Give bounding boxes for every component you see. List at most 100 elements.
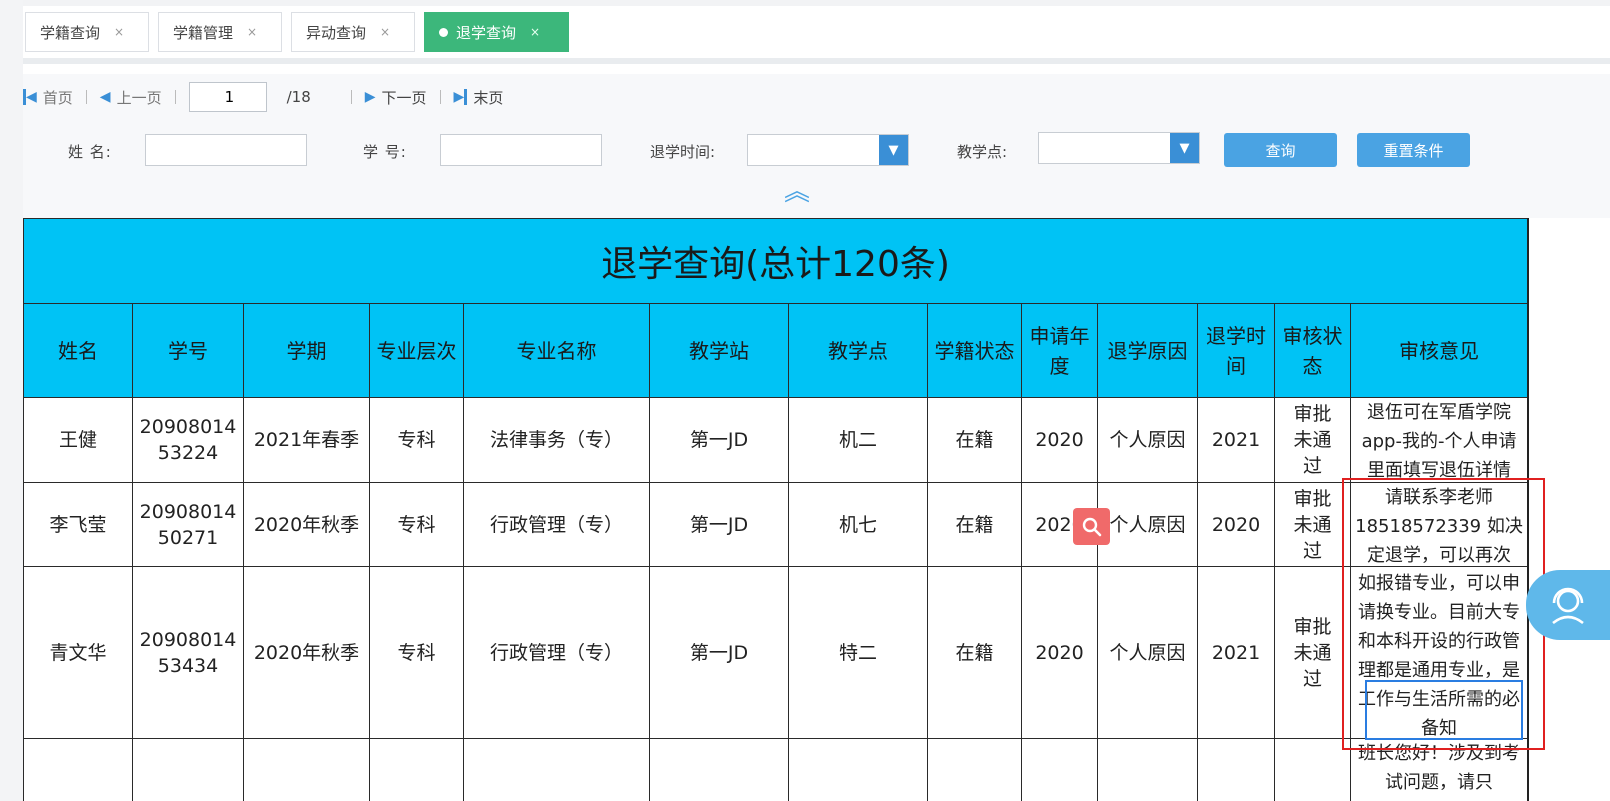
table-row[interactable]: 班长您好！涉及到考试问题，请只 [23, 738, 1527, 801]
next-page-button[interactable]: ▶ 下一页 [365, 87, 427, 108]
last-page-icon: ▶ [453, 89, 465, 105]
cell-status: 在籍 [927, 482, 1022, 567]
cell-apply-year: 2020 [1021, 397, 1098, 483]
table-header-row: 姓名 学号 学期 专业层次 专业名称 教学站 教学点 学籍状态 申请年度 退学原… [23, 303, 1527, 398]
table-row[interactable]: 青文华 2090801453434 2020年秋季 专科 行政管理（专） 第一J… [23, 566, 1527, 739]
pagination: ◀ 首页 ◀ 上一页 /18 ▶ 下一页 ▶ 末页 [23, 80, 503, 114]
cell-withdraw-time: 2021 [1197, 566, 1275, 739]
table-row[interactable]: 李飞莹 2090801450271 2020年秋季 专科 行政管理（专） 第一J… [23, 482, 1527, 567]
next-page-label: 下一页 [381, 88, 427, 107]
header-level: 专业层次 [369, 303, 464, 398]
cell-review-status: 审批未通过 [1274, 397, 1351, 483]
cell-withdraw-time: 2020 [1197, 482, 1275, 567]
teaching-point-select[interactable]: ▼ [1038, 132, 1200, 164]
left-edge-strip [0, 0, 23, 801]
page-total: /18 [286, 88, 311, 106]
cell-term [243, 738, 370, 801]
name-label: 姓 名: [68, 143, 112, 161]
cell-station: 第一JD [649, 397, 789, 483]
first-page-button[interactable]: ◀ 首页 [23, 87, 73, 108]
cell-apply-year: 2020 [1021, 566, 1098, 739]
cell-student-id [132, 738, 244, 801]
name-input[interactable] [145, 134, 307, 166]
cell-term: 2021年春季 [243, 397, 370, 483]
cell-point: 机二 [788, 397, 928, 483]
tab-yidong-query[interactable]: 异动查询 × [291, 12, 415, 52]
prev-page-button[interactable]: ◀ 上一页 [100, 87, 162, 108]
header-review-status: 审核状态 [1274, 303, 1351, 398]
tab-label: 学籍管理 [173, 23, 234, 42]
cell-term: 2020年秋季 [243, 482, 370, 567]
cell-status: 在籍 [927, 397, 1022, 483]
highlight-blue-box [1365, 680, 1523, 740]
headset-icon [1552, 587, 1584, 625]
withdraw-time-select[interactable]: ▼ [747, 134, 909, 166]
first-page-label: 首页 [42, 88, 73, 107]
header-reason: 退学原因 [1097, 303, 1198, 398]
cell-student-id: 2090801453434 [132, 566, 244, 739]
last-page-button[interactable]: ▶ 末页 [454, 87, 504, 108]
close-icon[interactable]: × [380, 25, 390, 39]
customer-service-icon[interactable] [1526, 570, 1610, 640]
header-student-id: 学号 [132, 303, 244, 398]
cell-withdraw-time: 2021 [1197, 397, 1275, 483]
header-withdraw-time: 退学时间 [1197, 303, 1275, 398]
prev-page-icon: ◀ [99, 89, 111, 105]
collapse-chevrons-icon[interactable]: ︽ [774, 178, 820, 208]
header-major: 专业名称 [463, 303, 650, 398]
cell-name: 王健 [23, 397, 133, 483]
cell-name: 李飞莹 [23, 482, 133, 567]
close-icon[interactable]: × [247, 25, 257, 39]
student-id-input[interactable] [440, 134, 602, 166]
search-zoom-icon[interactable] [1073, 508, 1110, 545]
cell-station [649, 738, 789, 801]
cell-major: 法律事务（专） [463, 397, 650, 483]
cell-name [23, 738, 133, 801]
last-page-bar-icon [464, 89, 468, 105]
cell-station: 第一JD [649, 482, 789, 567]
cell-level: 专科 [369, 482, 464, 567]
cell-term: 2020年秋季 [243, 566, 370, 739]
last-page-label: 末页 [473, 88, 504, 107]
header-status: 学籍状态 [927, 303, 1022, 398]
cell-station: 第一JD [649, 566, 789, 739]
cell-point: 特二 [788, 566, 928, 739]
cell-status [927, 738, 1022, 801]
tab-label: 学籍查询 [40, 23, 101, 42]
cell-review-status [1274, 738, 1351, 801]
magnifier-icon [1082, 517, 1101, 536]
cell-apply-year [1021, 738, 1098, 801]
cell-major [463, 738, 650, 801]
header-term: 学期 [243, 303, 370, 398]
close-icon[interactable]: × [114, 25, 124, 39]
cell-reason: 个人原因 [1097, 397, 1198, 483]
cell-name: 青文华 [23, 566, 133, 739]
cell-status: 在籍 [927, 566, 1022, 739]
cell-withdraw-time [1197, 738, 1275, 801]
table-title: 退学查询(总计120条) [23, 218, 1527, 304]
tab-xueji-query[interactable]: 学籍查询 × [25, 12, 149, 52]
table-row[interactable]: 王健 2090801453224 2021年春季 专科 法律事务（专） 第一JD… [23, 397, 1527, 483]
top-edge [23, 0, 1610, 6]
withdraw-time-label: 退学时间: [650, 143, 716, 161]
header-station: 教学站 [649, 303, 789, 398]
page-number-input[interactable] [188, 82, 267, 112]
tab-tuixue-query[interactable]: 退学查询 × [424, 12, 569, 52]
cell-reason [1097, 738, 1198, 801]
cell-review-opinion: 退伍可在军盾学院app-我的-个人申请里面填写退伍详情 [1349, 397, 1527, 483]
pager-separator [85, 90, 87, 104]
reset-button[interactable]: 重置条件 [1357, 133, 1470, 167]
cell-point [788, 738, 928, 801]
cell-major: 行政管理（专） [463, 566, 650, 739]
tab-bar: 学籍查询 × 学籍管理 × 异动查询 × 退学查询 × [23, 8, 1610, 58]
tab-xueji-manage[interactable]: 学籍管理 × [158, 12, 282, 52]
cell-level: 专科 [369, 397, 464, 483]
header-point: 教学点 [788, 303, 928, 398]
search-panel: ◀ 首页 ◀ 上一页 /18 ▶ 下一页 ▶ 末页 姓 名: 学 号: 退学时间… [23, 74, 1610, 218]
search-button[interactable]: 查询 [1224, 133, 1337, 167]
chevron-down-icon[interactable]: ▼ [1170, 133, 1199, 163]
header-apply-year: 申请年度 [1021, 303, 1098, 398]
close-icon[interactable]: × [530, 25, 540, 39]
chevron-down-icon[interactable]: ▼ [879, 135, 908, 165]
cell-student-id: 2090801453224 [132, 397, 244, 483]
